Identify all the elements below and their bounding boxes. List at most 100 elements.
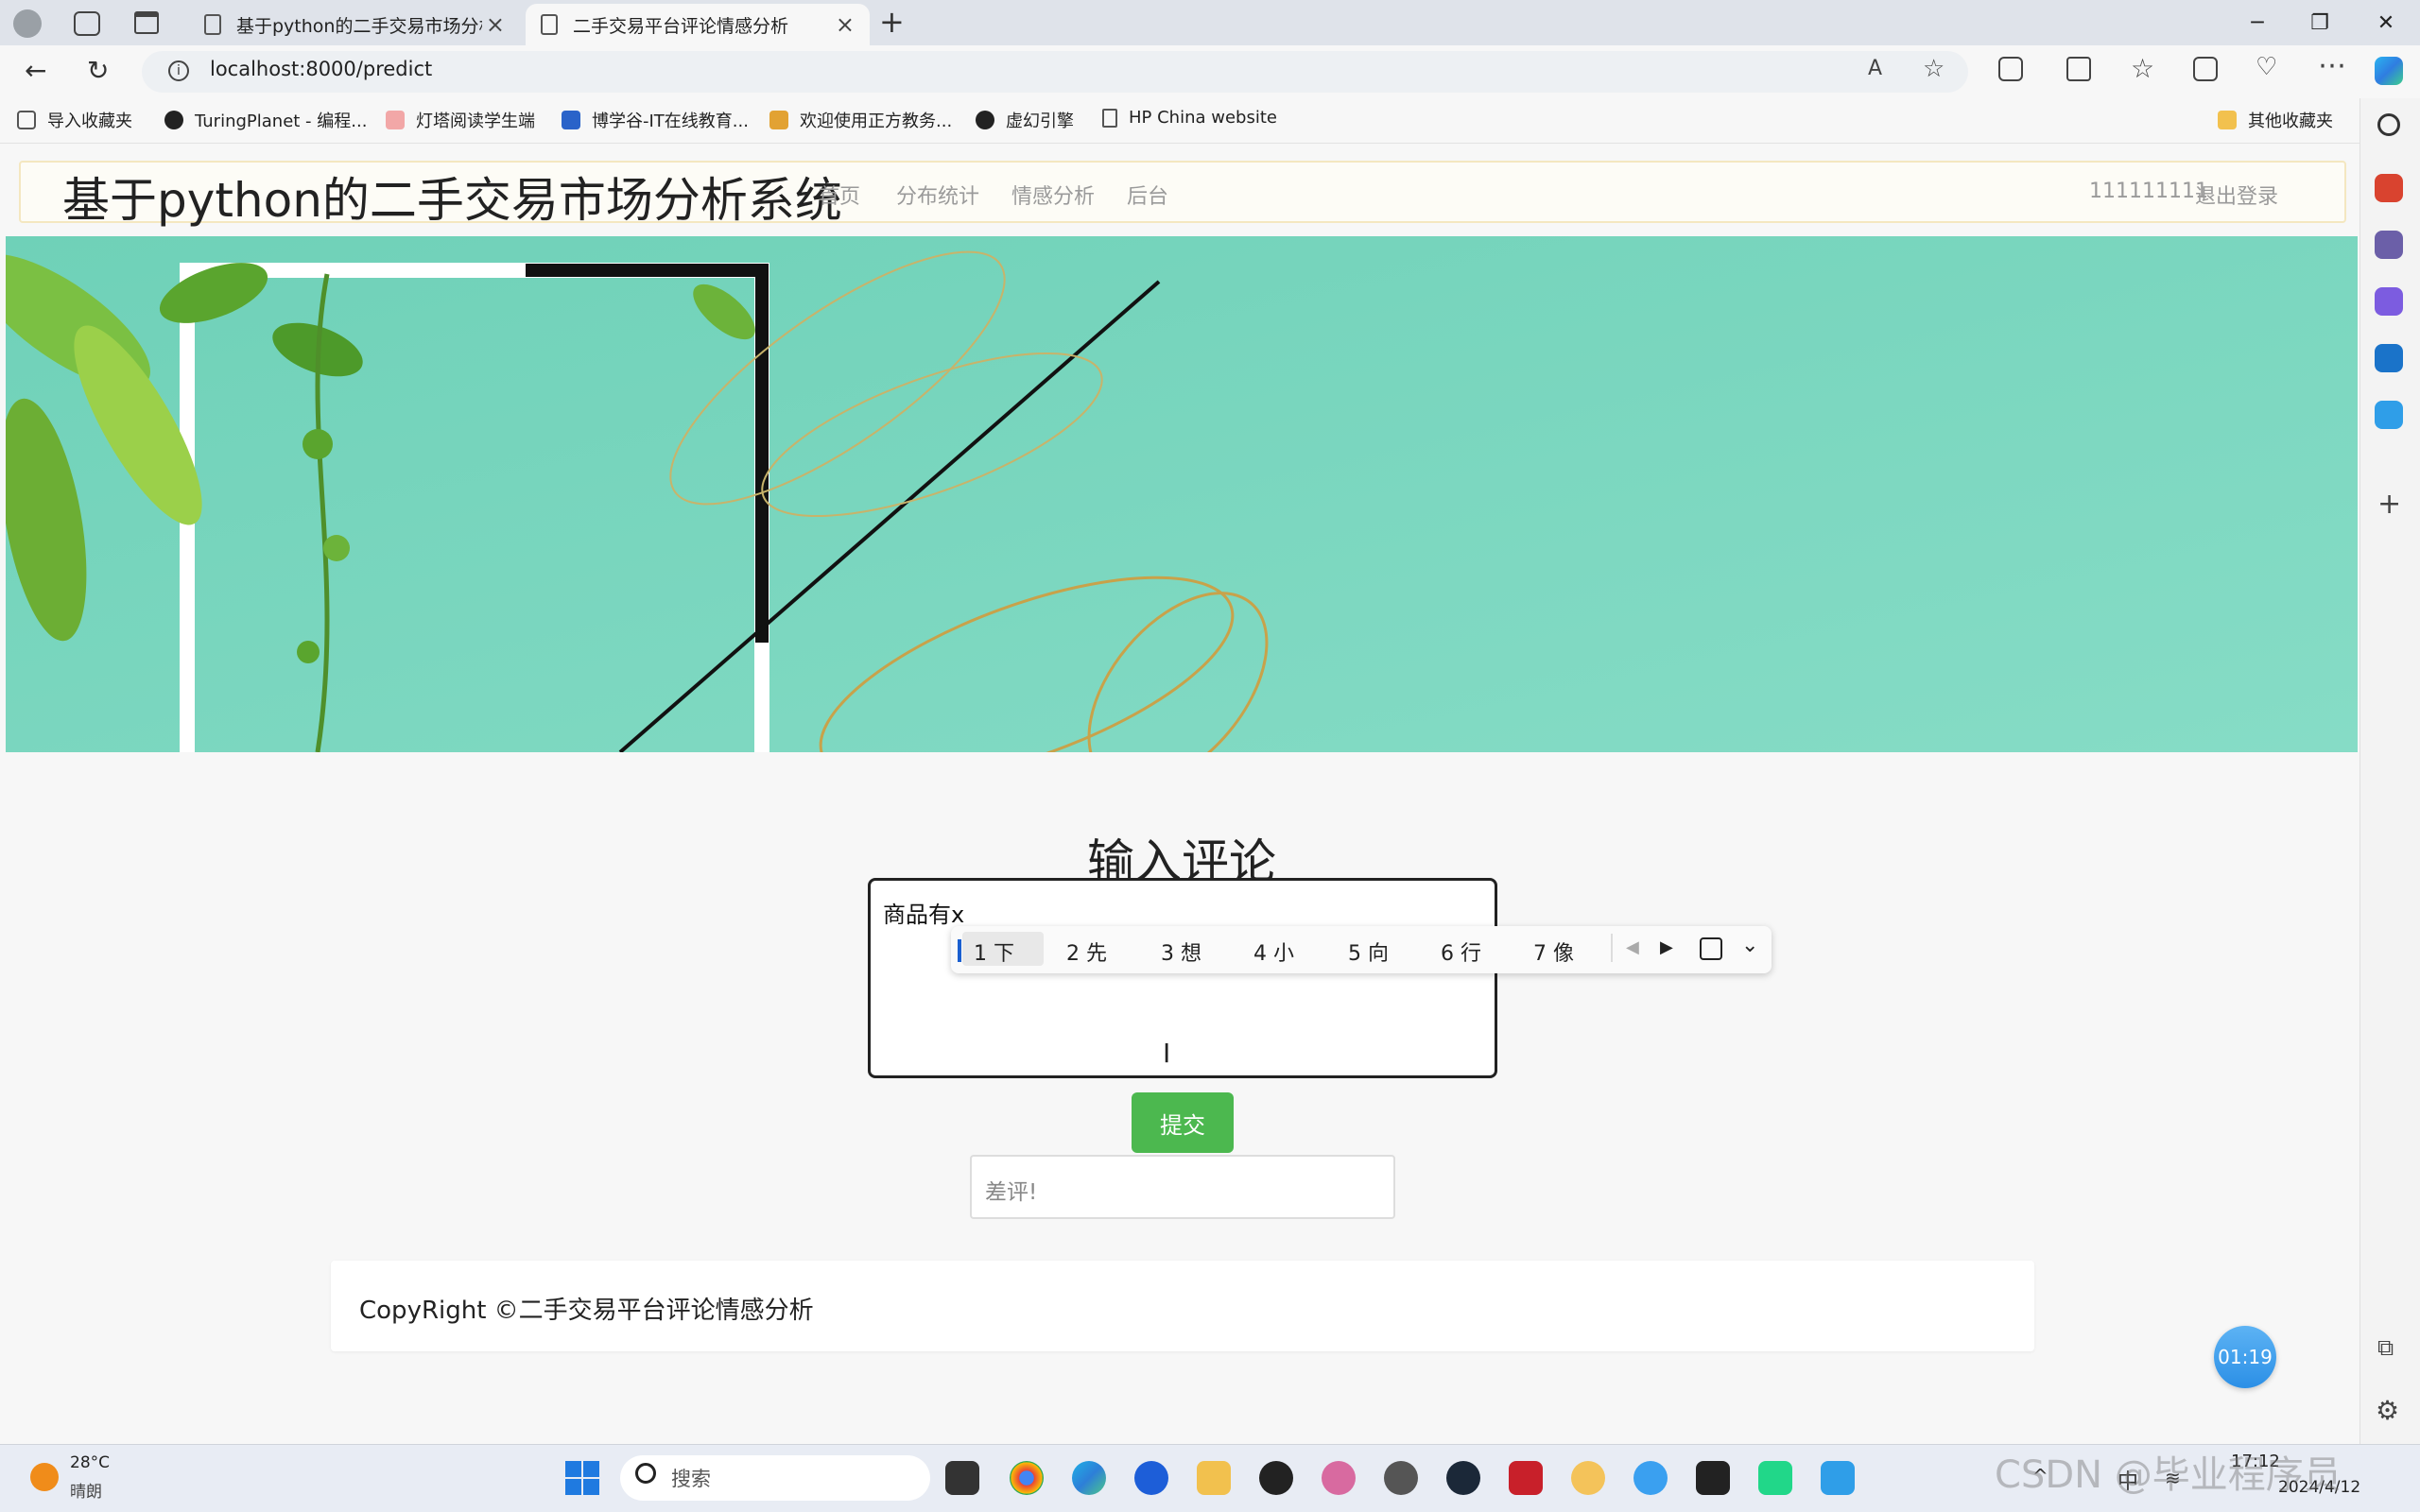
tools-icon[interactable] [2375,174,2403,202]
refresh-icon[interactable]: ↻ [87,55,109,86]
restore-icon[interactable]: ❐ [2290,0,2350,45]
close-tab-icon[interactable]: × [836,11,855,38]
favorite-star-icon[interactable]: ☆ [1923,55,1945,83]
bookmark-item[interactable]: 虚幻引擎 [976,108,1074,132]
bookmark-label: 其他收藏夹 [2248,112,2333,131]
collections-icon[interactable] [2193,57,2218,81]
search-icon[interactable] [2377,113,2400,136]
weather-temperature[interactable]: 28°C [70,1453,110,1472]
tab-actions-icon[interactable] [134,11,159,34]
site-brand[interactable]: 基于python的二手交易市场分析系统 [62,163,842,231]
url-text[interactable]: localhost:8000/predict [210,58,432,80]
task-view-icon[interactable] [945,1461,979,1495]
page-icon [1102,108,1117,128]
chrome-icon[interactable] [1010,1461,1044,1495]
page-icon [541,14,558,35]
bookmark-item[interactable]: 博学谷-IT在线教育... [562,108,749,132]
tab-label: 基于python的二手交易市场分析 [236,15,482,37]
profile-icon[interactable] [13,9,42,38]
microsoft365-icon[interactable] [2375,287,2403,316]
bookmark-other[interactable]: 其他收藏夹 [2218,108,2333,132]
close-tab-icon[interactable]: × [486,11,505,38]
minimize-icon[interactable]: ─ [2227,0,2288,45]
favorites-icon[interactable]: ☆ [2131,53,2154,84]
bookmark-label: TuringPlanet - 编程... [195,112,368,131]
ime-divider [1611,934,1613,962]
ime-favorite-icon[interactable] [1700,937,1722,960]
ime-candidate[interactable]: 2 先 [1066,936,1107,967]
add-sidebar-icon[interactable]: + [2377,488,2401,521]
nav-username[interactable]: 111111111 [2089,180,2208,203]
browser-essentials-icon[interactable]: ♡ [2256,53,2277,81]
app-icon[interactable] [1509,1461,1543,1495]
page-icon [204,14,221,35]
windows-start-icon[interactable] [565,1461,599,1495]
nav-admin[interactable]: 后台 [1127,180,1168,210]
ime-next-icon[interactable]: ▶ [1660,937,1673,957]
bookmark-item[interactable]: 欢迎使用正方教务... [769,108,952,132]
steam-icon[interactable] [1446,1461,1480,1495]
chat-app-icon[interactable] [1634,1461,1668,1495]
file-explorer-icon[interactable] [1197,1461,1231,1495]
tab-inactive[interactable]: 基于python的二手交易市场分析 × [189,4,520,45]
nav-distribution[interactable]: 分布统计 [896,180,979,210]
qq-icon[interactable] [1259,1461,1293,1495]
ime-candidate[interactable]: 1 下 [974,936,1014,967]
extensions-icon[interactable] [1998,57,2023,81]
read-aloud-icon[interactable]: A [1868,57,1882,80]
hero-banner [6,236,2358,752]
bookmark-item[interactable]: 灯塔阅读学生端 [386,108,535,132]
lighthouse-icon [386,111,405,129]
nav-logout[interactable]: 退出登录 [2195,180,2278,210]
workspaces-icon[interactable] [74,11,100,36]
tab-label: 二手交易平台评论情感分析 [573,15,789,37]
site-info-icon[interactable]: i [168,60,189,81]
ime-candidate[interactable]: 3 想 [1161,936,1201,967]
edge-icon[interactable] [1072,1461,1106,1495]
more-menu-icon[interactable]: ⋯ [2318,49,2346,82]
ime-candidate[interactable]: 7 像 [1533,936,1574,967]
comment-text-value: 商品有x [883,902,965,928]
ime-candidate[interactable]: 6 行 [1441,936,1481,967]
hide-sidebar-icon[interactable]: ⧉ [2377,1334,2394,1361]
avatar-app-icon[interactable] [1322,1461,1356,1495]
app-g-icon[interactable] [1696,1461,1730,1495]
bookmark-label: HP China website [1129,108,1277,128]
floating-timer[interactable]: 01:19 [2214,1326,2276,1388]
text-cursor-icon: I [1163,1038,1171,1069]
bookmark-import[interactable]: 导入收藏夹 [17,108,132,132]
outlook-icon[interactable] [2375,344,2403,372]
bookmark-label: 博学谷-IT在线教育... [592,112,749,131]
drop-icon[interactable] [2375,401,2403,429]
back-icon[interactable]: ← [25,55,46,86]
app-icon[interactable] [1134,1461,1168,1495]
search-icon [635,1463,656,1484]
pycharm-icon[interactable] [1758,1461,1792,1495]
taskbar-search[interactable] [620,1455,930,1501]
bookmark-item[interactable]: HP China website [1102,108,1277,128]
settings-gear-icon[interactable]: ⚙ [2376,1395,2399,1426]
bookmark-label: 导入收藏夹 [47,112,132,131]
ime-candidate[interactable]: 4 小 [1253,936,1294,967]
submit-button[interactable]: 提交 [1132,1092,1234,1153]
nav-home[interactable]: 首页 [819,180,860,210]
bookmark-item[interactable]: TuringPlanet - 编程... [164,108,367,132]
ime-expand-icon[interactable]: ⌄ [1741,934,1758,957]
bookmark-label: 虚幻引擎 [1006,112,1074,131]
app-icon[interactable] [1384,1461,1418,1495]
ime-prev-icon[interactable]: ◀ [1626,937,1639,957]
tab-active[interactable]: 二手交易平台评论情感分析 × [526,4,870,45]
copilot-icon[interactable] [2375,57,2403,85]
weather-condition[interactable]: 晴朗 [70,1478,102,1502]
import-icon [17,111,36,129]
new-tab-icon[interactable]: + [879,4,905,40]
app-icon[interactable] [1571,1461,1605,1495]
app-icon[interactable] [1821,1461,1855,1495]
weather-sun-icon[interactable] [30,1463,59,1491]
nav-sentiment[interactable]: 情感分析 [1011,180,1095,210]
boxuegu-icon [562,111,580,129]
close-window-icon[interactable]: ✕ [2356,0,2416,45]
split-screen-icon[interactable] [2066,57,2091,81]
ime-candidate[interactable]: 5 向 [1348,936,1389,967]
games-icon[interactable] [2375,231,2403,259]
